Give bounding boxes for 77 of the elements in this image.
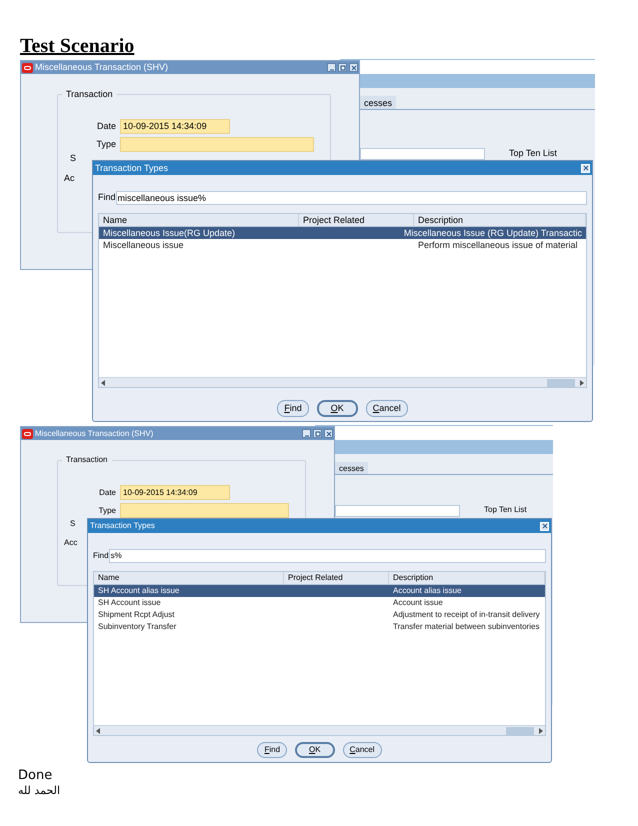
text-field[interactable]	[360, 148, 485, 160]
scroll-left-icon[interactable]	[101, 380, 106, 386]
field-label: Type	[95, 138, 116, 150]
field-label: S	[70, 153, 76, 164]
maximize-icon[interactable]	[338, 63, 347, 72]
table-cell-text: Account alias issue	[392, 587, 462, 595]
list-label: Top Ten List	[509, 148, 557, 160]
dialog-button[interactable]: Find	[277, 400, 309, 417]
scroll-thumb[interactable]	[506, 726, 534, 734]
column-header[interactable]: Description	[414, 214, 586, 226]
table-row[interactable]: Miscellaneous Issue(RG Update) Miscellaneous Issue (RG Update) Transactic	[99, 227, 586, 239]
text-field[interactable]	[335, 505, 460, 517]
column-header[interactable]: Project Related	[299, 214, 414, 226]
app-logo-icon	[22, 62, 33, 72]
find-label: Find	[93, 551, 109, 561]
app-logo-icon	[22, 428, 33, 438]
group-label: Transaction	[62, 455, 112, 465]
close-icon[interactable]	[349, 63, 358, 72]
column-header[interactable]: Name	[99, 214, 299, 226]
maximize-icon[interactable]	[313, 429, 322, 438]
group-label: Transaction	[62, 89, 117, 100]
column-header[interactable]: Name	[94, 572, 284, 584]
table-row[interactable]: SH Account issue Account issue	[94, 597, 545, 609]
column-header[interactable]: Project Related	[284, 572, 389, 584]
table-cell-text: Perform miscellaneous issue of material	[417, 240, 579, 250]
scroll-right-icon[interactable]	[579, 380, 584, 386]
table-cell-text: Shipment Rcpt Adjust	[97, 611, 176, 619]
table-cell-text: Subinventory Transfer	[97, 623, 178, 631]
dialog-title: Transaction Types	[90, 522, 155, 530]
find-label: Find	[98, 192, 116, 204]
input-field[interactable]: 10-09-2015 14:34:09	[120, 119, 230, 134]
scroll-right-icon[interactable]	[538, 728, 543, 734]
field-label: Date	[98, 488, 116, 498]
arabic-text: الحمد لله	[18, 784, 60, 798]
field-label: S	[70, 519, 76, 529]
table-row[interactable]: Miscellaneous issue Perform miscellaneous issue of material	[99, 239, 586, 251]
input-field[interactable]	[120, 503, 289, 518]
dialog-button[interactable]: OK	[316, 400, 358, 417]
minimize-icon[interactable]	[302, 429, 311, 438]
dialog-button[interactable]: Cancel	[342, 742, 382, 758]
table-row[interactable]: Shipment Rcpt Adjust Adjustment to receipt of in-transit delivery	[94, 609, 545, 621]
table-cell-text: Miscellaneous issue	[102, 240, 185, 250]
tab[interactable]: cesses	[335, 462, 368, 474]
dialog-button[interactable]: OK	[295, 742, 335, 758]
table-cell-text: Account issue	[392, 599, 444, 607]
horizontal-scrollbar[interactable]	[94, 725, 545, 735]
find-field[interactable]: miscellaneous issue%	[116, 191, 587, 205]
field-label: Ac	[64, 173, 75, 184]
dialog-button[interactable]: Find	[257, 742, 288, 758]
minimize-icon[interactable]	[327, 63, 336, 72]
find-field[interactable]: s%	[108, 549, 546, 563]
field-label: Acc	[64, 538, 78, 548]
table-row[interactable]: Subinventory Transfer Transfer material between subinventories	[94, 621, 545, 633]
field-label: Date	[96, 120, 116, 132]
table-cell-text: SH Account issue	[97, 599, 162, 607]
table-cell-text: Miscellaneous Issue (RG Update) Transactic	[402, 228, 583, 238]
window-title: Miscellaneous Transaction (SHV)	[35, 430, 154, 438]
column-header[interactable]: Description	[389, 572, 545, 584]
close-icon[interactable]	[324, 429, 333, 438]
tab[interactable]: cesses	[360, 96, 396, 110]
page-heading: Test Scenario	[20, 36, 136, 56]
done-text: Done	[18, 768, 52, 784]
horizontal-scrollbar[interactable]	[99, 377, 586, 387]
list-label: Top Ten List	[484, 505, 527, 515]
dialog-title: Transaction Types	[95, 164, 168, 172]
dialog-button[interactable]: Cancel	[366, 400, 408, 417]
input-field[interactable]	[120, 137, 314, 152]
window-title: Miscellaneous Transaction (SHV)	[35, 63, 168, 72]
input-field[interactable]: 10-09-2015 14:34:09	[120, 485, 230, 500]
scroll-thumb[interactable]	[547, 378, 575, 386]
field-label: Type	[98, 506, 116, 516]
table-cell-text: Adjustment to receipt of in-transit delivery	[392, 611, 541, 619]
table-cell-text: Transfer material between subinventories	[392, 623, 540, 631]
table-row[interactable]: SH Account alias issue Account alias issue	[94, 585, 545, 597]
table-cell-text: SH Account alias issue	[97, 587, 180, 595]
scroll-left-icon[interactable]	[96, 728, 101, 734]
table-cell-text: Miscellaneous Issue(RG Update)	[102, 228, 236, 238]
